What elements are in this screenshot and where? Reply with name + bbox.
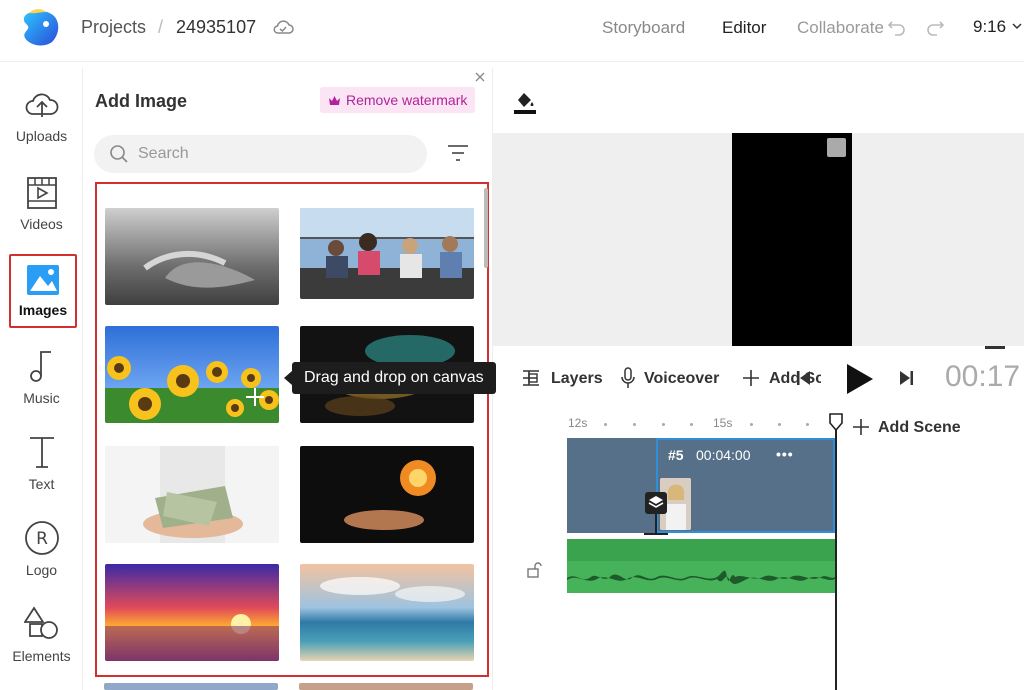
canvas-badge-icon[interactable]: [827, 138, 846, 157]
scene-clip-selected[interactable]: #5 00:04:00 •••: [656, 438, 835, 533]
plus-icon[interactable]: [852, 418, 870, 436]
sidebar-item-music[interactable]: Music: [0, 348, 83, 428]
remove-watermark-label: Remove watermark: [346, 92, 468, 108]
canvas-stage: [493, 133, 1024, 349]
undo-icon[interactable]: [886, 16, 908, 38]
layers-button[interactable]: Layers: [551, 370, 603, 388]
shapes-icon: [23, 606, 58, 639]
ruler-dot: [750, 423, 753, 426]
search-box[interactable]: [94, 135, 427, 173]
timeline-toolbar: Layers Voiceover Add Scene 00:17: [493, 356, 1024, 400]
search-icon: [110, 145, 128, 163]
audio-track[interactable]: [567, 539, 835, 593]
video-canvas[interactable]: [732, 133, 852, 346]
text-icon: [29, 437, 54, 468]
sidebar-item-logo[interactable]: R Logo: [0, 520, 83, 600]
ruler-tick-label: 12s: [568, 416, 588, 430]
cloud-saved-icon: [273, 20, 294, 34]
sidebar-label: Uploads: [15, 128, 68, 144]
image-thumbnail-fire-hand[interactable]: [300, 446, 474, 543]
app-logo-icon[interactable]: [16, 4, 64, 52]
scene-number: #5: [668, 447, 684, 463]
top-bar: Projects / 24935107 Storyboard Editor Co…: [0, 0, 1024, 62]
ruler-dot: [633, 423, 636, 426]
paint-bucket-icon[interactable]: [512, 88, 538, 114]
image-icon: [27, 265, 59, 295]
sidebar-item-text[interactable]: Text: [0, 434, 83, 514]
tab-storyboard[interactable]: Storyboard: [602, 18, 685, 38]
sidebar-item-videos[interactable]: Videos: [0, 176, 83, 256]
playhead[interactable]: [835, 428, 837, 690]
ruler-dot: [806, 423, 809, 426]
sidebar-label: Videos: [20, 216, 63, 232]
redo-icon[interactable]: [924, 16, 946, 38]
project-id[interactable]: 24935107: [176, 17, 256, 38]
image-thumbnail-peek[interactable]: [299, 683, 473, 690]
skip-next-icon[interactable]: [897, 369, 915, 387]
sidebar-label: Elements: [12, 648, 71, 664]
sidebar-label: Logo: [25, 562, 58, 578]
sidebar: Uploads Videos Images Music Text R Logo …: [0, 68, 83, 690]
remove-watermark-button[interactable]: Remove watermark: [320, 87, 476, 113]
upload-cloud-icon: [25, 93, 58, 117]
resize-handle[interactable]: [985, 346, 1005, 349]
ruler-dot: [604, 423, 607, 426]
registered-logo-icon: R: [24, 521, 59, 555]
sidebar-label: Music: [23, 390, 60, 406]
voiceover-button[interactable]: Voiceover: [644, 370, 719, 388]
ruler-dot: [662, 423, 665, 426]
sidebar-label: Text: [28, 476, 55, 492]
search-input[interactable]: [138, 144, 408, 164]
image-thumbnail-beach-sky[interactable]: [300, 564, 474, 661]
play-icon[interactable]: [841, 362, 875, 396]
chevron-down-icon[interactable]: [1012, 22, 1022, 30]
image-thumbnail-sunset-sea[interactable]: [105, 564, 279, 661]
tab-editor[interactable]: Editor: [722, 18, 766, 38]
panel-title: Add Image: [95, 91, 188, 111]
crown-icon: [329, 96, 340, 105]
scrollbar[interactable]: [484, 188, 488, 268]
unlock-icon[interactable]: [526, 562, 542, 578]
image-grid: [95, 182, 489, 677]
ruler-dot: [778, 423, 781, 426]
image-thumbnail-stormy-hands[interactable]: [105, 208, 279, 305]
skip-previous-icon[interactable]: [795, 369, 813, 387]
sidebar-label: Images: [18, 302, 68, 318]
ruler-tick-label: 15s: [713, 416, 733, 430]
timeline-ruler[interactable]: 12s 15s: [567, 416, 847, 432]
breadcrumb-separator: /: [158, 17, 164, 37]
image-thumbnail-hands-money[interactable]: [105, 446, 279, 543]
music-note-icon: [29, 351, 51, 382]
scene-transition-marker[interactable]: [644, 514, 668, 536]
close-icon[interactable]: [475, 72, 485, 82]
video-icon: [26, 177, 57, 209]
playhead-handle-icon[interactable]: [829, 413, 843, 431]
breadcrumb-projects[interactable]: Projects: [81, 17, 146, 38]
sidebar-item-elements[interactable]: Elements: [0, 606, 83, 686]
layers-stack-icon[interactable]: [645, 492, 667, 514]
aspect-ratio-select[interactable]: 9:16: [973, 17, 1006, 37]
sidebar-item-images[interactable]: Images: [9, 254, 77, 328]
scene-clip-previous[interactable]: [567, 438, 656, 533]
plus-icon[interactable]: [742, 369, 760, 387]
playback-time: 00:17: [945, 360, 1021, 393]
image-thumbnail-peek[interactable]: [104, 683, 278, 690]
drag-drop-tooltip: Drag and drop on canvas: [284, 362, 496, 394]
image-thumbnail-business-meeting[interactable]: [300, 208, 474, 299]
ruler-dot: [690, 423, 693, 426]
tab-collaborate[interactable]: Collaborate: [797, 18, 884, 38]
more-options-icon[interactable]: •••: [776, 446, 794, 462]
scene-duration: 00:04:00: [696, 447, 751, 463]
svg-text:R: R: [36, 529, 48, 549]
image-thumbnail-sunflowers[interactable]: [105, 326, 279, 423]
sidebar-item-uploads[interactable]: Uploads: [0, 88, 83, 168]
timeline-add-scene-button[interactable]: Add Scene: [878, 419, 961, 437]
layers-icon[interactable]: [521, 368, 541, 388]
microphone-icon[interactable]: [620, 367, 636, 389]
filter-icon[interactable]: [447, 143, 469, 163]
